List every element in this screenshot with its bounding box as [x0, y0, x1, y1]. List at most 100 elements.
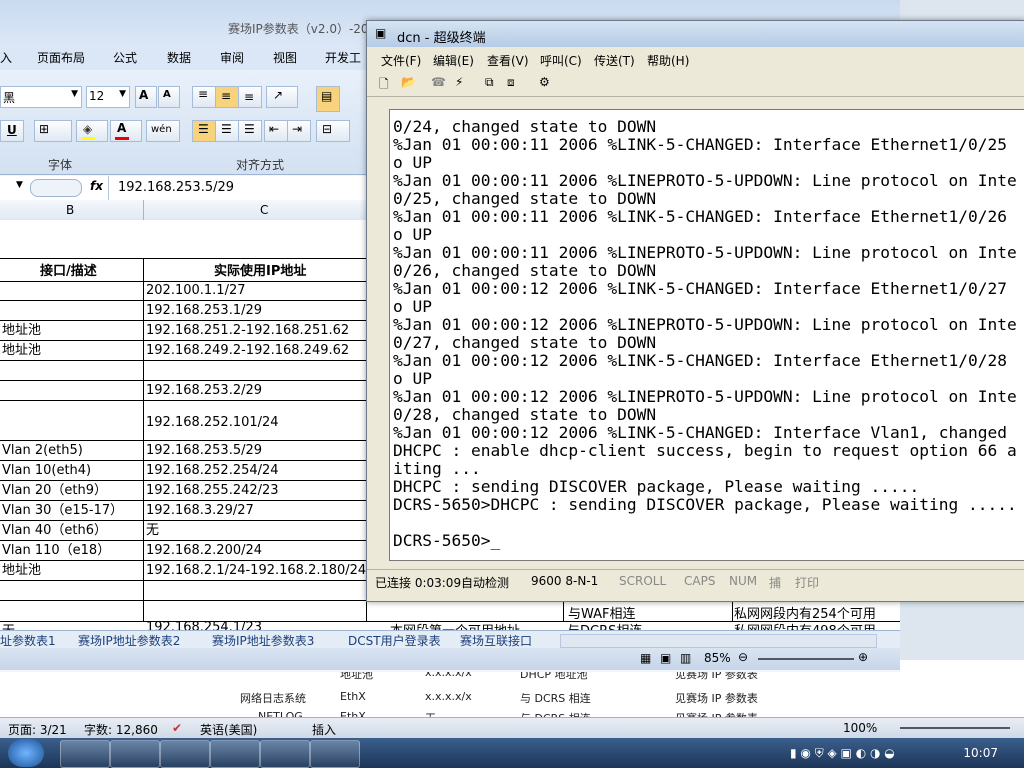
underline-icon[interactable]: U: [0, 120, 24, 142]
tray-icons[interactable]: ▮ ◉ ⛨ ◈ ▣ ◐ ◑ ◒: [790, 746, 895, 761]
menu-edit[interactable]: 编辑(E): [433, 52, 474, 69]
tab-view[interactable]: 视图: [273, 49, 297, 66]
new-file-icon[interactable]: 🗋: [379, 75, 395, 91]
increase-indent-icon[interactable]: ⇥: [287, 120, 311, 142]
open-folder-icon[interactable]: 📂: [401, 75, 417, 91]
sheet-tab[interactable]: 赛场IP地址参数表3: [212, 632, 314, 649]
fill-color-icon[interactable]: ◈: [76, 120, 108, 142]
phone-icon[interactable]: ☎: [431, 75, 447, 91]
insert-mode[interactable]: 插入: [312, 721, 336, 738]
menu-help[interactable]: 帮助(H): [647, 52, 689, 69]
terminal-line: %Jan 01 00:00:12 2006 %LINEPROTO-5-UPDOW…: [393, 315, 1017, 334]
connection-time: 已连接 0:03:09: [375, 576, 462, 590]
formula-input[interactable]: 192.168.253.5/29: [118, 180, 234, 195]
align-middle-icon[interactable]: ≡: [215, 86, 239, 108]
terminal-line: 0/25, changed state to DOWN: [393, 189, 657, 208]
align-center-icon[interactable]: ☰: [215, 120, 239, 142]
terminal-screen[interactable]: 0/24, changed state to DOWN %Jan 01 00:0…: [389, 109, 1024, 561]
hyperterminal-window: ▣ dcn - 超级终端 文件(F) 编辑(E) 查看(V) 呼叫(C) 传送(…: [366, 20, 1024, 602]
sheet-tab[interactable]: 赛场互联接口: [460, 632, 532, 649]
excel-taskbar-icon[interactable]: [160, 740, 210, 768]
terminal-line: o UP: [393, 369, 432, 388]
zoom-in-icon[interactable]: ⊕: [858, 650, 868, 664]
tab-page-layout[interactable]: 页面布局: [37, 49, 85, 66]
tab-developer[interactable]: 开发工: [325, 49, 361, 66]
detect-mode: 自动检测: [461, 576, 510, 590]
menu-file[interactable]: 文件(F): [381, 52, 421, 69]
excel-title: 赛场IP参数表（v2.0）-20: [228, 22, 369, 36]
properties-icon[interactable]: ⚙: [539, 75, 555, 91]
wrap-text-icon[interactable]: ▤: [316, 86, 340, 112]
excel-zoom-slider[interactable]: [758, 658, 854, 660]
fx-icon[interactable]: fx: [90, 179, 103, 193]
word-zoom-slider[interactable]: [900, 727, 1010, 729]
border-icon[interactable]: ⊞: [34, 120, 72, 142]
terminal-line: 0/27, changed state to DOWN: [393, 333, 657, 352]
hyperterminal-taskbar-icon[interactable]: [310, 740, 360, 768]
terminal-line: 0/28, changed state to DOWN: [393, 405, 657, 424]
shrink-font-icon[interactable]: A: [158, 86, 180, 108]
font-name-select[interactable]: 黑 ▼: [0, 86, 82, 108]
language[interactable]: 英语(美国): [200, 721, 257, 738]
excel-zoom-level[interactable]: 85%: [704, 651, 731, 665]
view-pagebreak-icon[interactable]: ▥: [680, 651, 691, 665]
doc-cell: EthX: [340, 690, 366, 703]
font-color-icon[interactable]: A: [110, 120, 142, 142]
browser-taskbar-icon[interactable]: [260, 740, 310, 768]
word-zoom-level[interactable]: 100%: [843, 721, 877, 735]
column-header-b[interactable]: B: [66, 203, 74, 217]
chevron-down-icon: ▼: [71, 89, 78, 99]
sheet-tab[interactable]: 址参数表1: [0, 632, 56, 649]
view-normal-icon[interactable]: ▦: [640, 651, 651, 665]
page-count: 页面: 3/21: [8, 723, 67, 737]
column-header-c[interactable]: C: [260, 203, 268, 217]
disconnect-icon[interactable]: ⚡: [455, 75, 471, 91]
align-right-icon[interactable]: ☰: [238, 120, 262, 142]
orientation-icon[interactable]: ↗: [266, 86, 298, 108]
tab-review[interactable]: 审阅: [220, 49, 244, 66]
doc-cell: x.x.x.x/x: [425, 690, 472, 703]
terminal-line: 0/26, changed state to DOWN: [393, 261, 657, 280]
grow-font-icon[interactable]: A: [135, 86, 157, 108]
taskbar: ▮ ◉ ⛨ ◈ ▣ ◐ ◑ ◒ 10:07: [0, 738, 1024, 768]
terminal-line: %Jan 01 00:00:11 2006 %LINEPROTO-5-UPDOW…: [393, 243, 1017, 262]
table-row[interactable]: 无 192.168.254.1/23 本网段第一个可用地址 与DCRS相连 私网…: [0, 622, 900, 630]
horizontal-scrollbar[interactable]: [560, 634, 877, 648]
terminal-line: o UP: [393, 153, 432, 172]
header-ip: 实际使用IP地址: [214, 264, 307, 279]
phonetic-icon[interactable]: wén: [146, 120, 180, 142]
menu-view[interactable]: 查看(V): [487, 52, 529, 69]
align-bottom-icon[interactable]: ≡: [238, 86, 262, 108]
explorer-taskbar-icon[interactable]: [60, 740, 110, 768]
capture-indicator: 捕: [769, 576, 782, 590]
scroll-indicator: SCROLL: [619, 574, 667, 588]
menu-call[interactable]: 呼叫(C): [540, 52, 582, 69]
table-row[interactable]: 与WAF相连 私网网段内有254个可用: [0, 601, 900, 622]
cmd-taskbar-icon[interactable]: [210, 740, 260, 768]
decrease-indent-icon[interactable]: ⇤: [264, 120, 288, 142]
caps-indicator: CAPS: [684, 574, 716, 588]
spellcheck-icon[interactable]: ✔: [172, 721, 182, 735]
tab-data[interactable]: 数据: [167, 49, 191, 66]
clock[interactable]: 10:07: [963, 746, 998, 760]
menu-transfer[interactable]: 传送(T): [594, 52, 635, 69]
merge-cells-icon[interactable]: ⊟: [316, 120, 350, 142]
doc-cell: 网络日志系统: [240, 692, 306, 705]
start-button[interactable]: [8, 739, 44, 767]
align-top-icon[interactable]: ≡: [192, 86, 216, 108]
formula-cancel-button[interactable]: [30, 179, 82, 197]
zoom-out-icon[interactable]: ⊖: [738, 650, 748, 664]
sheet-tab[interactable]: DCST用户登录表: [348, 632, 441, 649]
terminal-line: %Jan 01 00:00:12 2006 %LINEPROTO-5-UPDOW…: [393, 387, 1017, 406]
send-file-icon[interactable]: ⧉: [485, 75, 501, 91]
receive-file-icon[interactable]: ⧈: [507, 75, 523, 91]
chevron-down-icon[interactable]: ▼: [16, 180, 23, 190]
view-layout-icon[interactable]: ▣: [660, 651, 671, 665]
font-size-select[interactable]: 12 ▼: [86, 86, 130, 108]
sheet-tab[interactable]: 赛场IP地址参数表2: [78, 632, 180, 649]
terminal-status-bar: 已连接 0:03:09 自动检测 9600 8-N-1 SCROLL CAPS …: [367, 569, 1024, 592]
tab-formulas[interactable]: 公式: [113, 49, 137, 66]
word-taskbar-icon[interactable]: [110, 740, 160, 768]
align-left-icon[interactable]: ☰: [192, 120, 216, 142]
tab-insert[interactable]: 入: [0, 49, 12, 66]
